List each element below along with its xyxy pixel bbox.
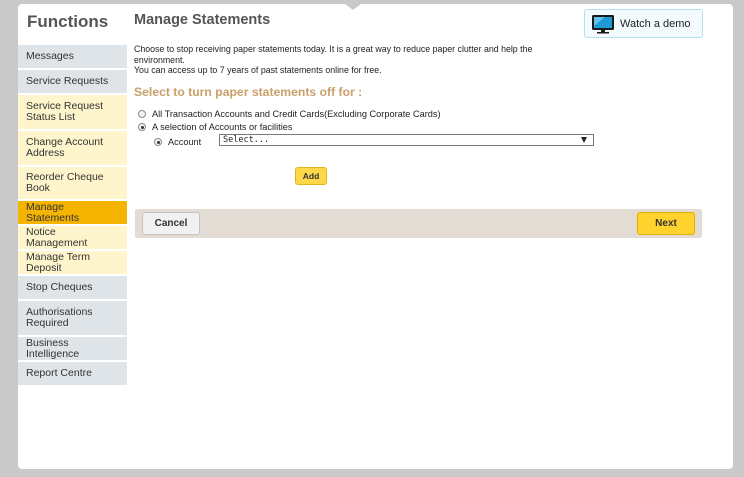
sidebar-nav: Messages Service Requests Service Reques… — [18, 45, 127, 387]
add-button[interactable]: Add — [295, 167, 327, 185]
functions-title: Functions — [27, 12, 109, 31]
page-title: Manage Statements — [134, 12, 271, 28]
account-select[interactable]: Select... — [219, 134, 594, 146]
account-select-value: Select... — [223, 135, 270, 145]
sidebar-item-authorisations-required[interactable]: Authorisations Required — [18, 301, 127, 337]
next-button[interactable]: Next — [637, 212, 695, 235]
sidebar-item-report-centre[interactable]: Report Centre — [18, 362, 127, 387]
sidebar-item-manage-statements[interactable]: Manage Statements — [18, 201, 127, 226]
sidebar-item-service-request-status-list[interactable]: Service Request Status List — [18, 95, 127, 131]
sidebar-item-messages[interactable]: Messages — [18, 45, 127, 70]
sidebar-item-stop-cheques[interactable]: Stop Cheques — [18, 276, 127, 301]
panel-notch — [345, 4, 361, 10]
sidebar-item-change-account-address[interactable]: Change Account Address — [18, 131, 127, 167]
sidebar-item-business-intelligence[interactable]: Business Intelligence — [18, 337, 127, 362]
cancel-button[interactable]: Cancel — [142, 212, 200, 235]
option-selection-accounts-label: A selection of Accounts or facilities — [152, 122, 293, 132]
sidebar-item-service-requests[interactable]: Service Requests — [18, 70, 127, 95]
watch-demo-label: Watch a demo — [620, 17, 691, 30]
radio-selection-accounts[interactable] — [138, 123, 146, 131]
option-all-accounts[interactable]: All Transaction Accounts and Credit Card… — [138, 109, 441, 119]
account-radio-row[interactable]: Account — [154, 137, 201, 147]
watch-demo-button[interactable]: Watch a demo — [584, 9, 703, 38]
sidebar-item-manage-term-deposit[interactable]: Manage Term Deposit — [18, 251, 127, 276]
option-all-accounts-label: All Transaction Accounts and Credit Card… — [152, 109, 441, 119]
intro-line-2: You can access up to 7 years of past sta… — [134, 65, 382, 75]
sidebar-item-reorder-cheque-book[interactable]: Reorder Cheque Book — [18, 167, 127, 201]
account-label: Account — [168, 137, 202, 147]
main-panel: Functions Messages Service Requests Serv… — [18, 4, 733, 469]
monitor-icon — [592, 14, 614, 33]
radio-account[interactable] — [154, 138, 162, 146]
dropdown-arrow-icon — [581, 137, 587, 143]
section-heading: Select to turn paper statements off for … — [134, 85, 363, 99]
option-selection-accounts[interactable]: A selection of Accounts or facilities — [138, 122, 292, 132]
action-bar: Cancel Next — [135, 209, 702, 238]
intro-line-1: Choose to stop receiving paper statement… — [134, 44, 533, 65]
intro-text: Choose to stop receiving paper statement… — [134, 44, 574, 76]
sidebar-item-notice-management[interactable]: Notice Management — [18, 226, 127, 251]
radio-all-accounts[interactable] — [138, 110, 146, 118]
